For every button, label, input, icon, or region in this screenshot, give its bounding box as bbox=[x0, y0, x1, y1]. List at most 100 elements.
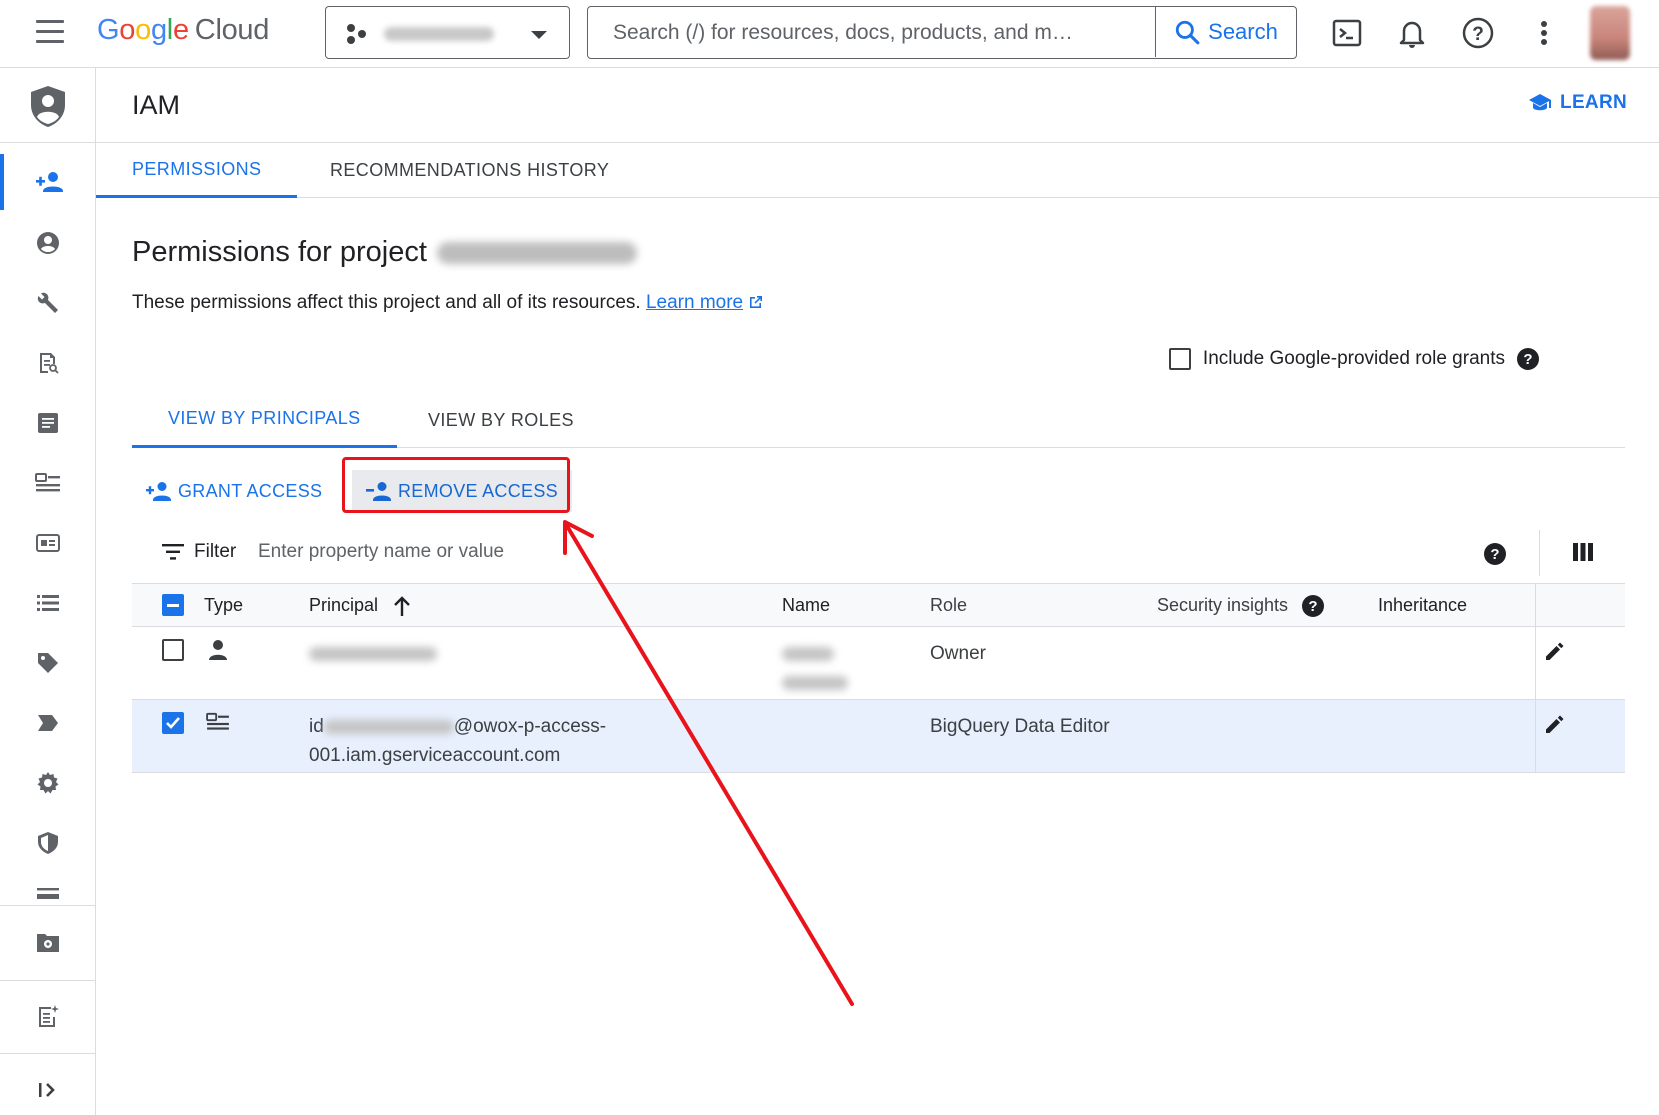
main-tabs: PERMISSIONS RECOMMENDATIONS HISTORY bbox=[96, 143, 1659, 198]
list-document-icon bbox=[38, 413, 58, 433]
tab-permissions[interactable]: PERMISSIONS bbox=[96, 143, 298, 198]
select-all-checkbox[interactable] bbox=[162, 594, 184, 616]
label-arrow-icon bbox=[38, 715, 58, 731]
notifications-bell-icon[interactable] bbox=[1395, 16, 1429, 50]
search-bar: Search bbox=[587, 6, 1297, 59]
main-menu-icon[interactable] bbox=[36, 20, 66, 46]
nav-iam[interactable] bbox=[0, 154, 96, 210]
column-display-icon[interactable] bbox=[1572, 542, 1594, 562]
project-picker[interactable] bbox=[325, 6, 570, 59]
learn-button[interactable]: LEARN bbox=[1528, 92, 1627, 114]
tab-view-by-roles[interactable]: VIEW BY ROLES bbox=[392, 392, 610, 448]
row-checkbox[interactable] bbox=[162, 639, 184, 661]
security-insights-help-icon[interactable]: ? bbox=[1302, 595, 1324, 617]
nav-manage-resources[interactable] bbox=[0, 914, 96, 970]
section-description: These permissions affect this project an… bbox=[132, 292, 764, 314]
column-header-type[interactable]: Type bbox=[204, 595, 243, 616]
filter-input[interactable] bbox=[250, 534, 950, 570]
service-account-icon bbox=[206, 712, 229, 730]
bulleted-list-icon bbox=[37, 595, 59, 611]
nav-org-policies[interactable] bbox=[0, 395, 96, 451]
edit-pencil-icon[interactable] bbox=[1543, 712, 1567, 736]
nav-workload-identity[interactable] bbox=[0, 515, 96, 571]
project-name-redacted bbox=[436, 242, 637, 265]
learn-more-link[interactable]: Learn more bbox=[646, 292, 743, 313]
include-google-grants-checkbox[interactable] bbox=[1168, 348, 1191, 370]
release-notes-icon bbox=[39, 1005, 59, 1027]
person-add-icon bbox=[36, 172, 63, 192]
divider bbox=[1535, 583, 1536, 627]
column-header-principal[interactable]: Principal bbox=[309, 595, 378, 616]
filter-label: Filter bbox=[194, 541, 237, 562]
table-header: Type Principal Name Role Security insigh… bbox=[132, 583, 1625, 627]
table-row: id @owox-p-access- 001.iam.gserviceaccoun… bbox=[132, 700, 1625, 773]
minus-icon bbox=[167, 604, 179, 607]
service-account-icon bbox=[35, 473, 60, 492]
nav-service-accounts[interactable] bbox=[0, 455, 96, 511]
section-title: Permissions for project bbox=[132, 236, 637, 269]
nav-settings-label[interactable] bbox=[0, 695, 96, 751]
cloud-shell-icon[interactable] bbox=[1330, 16, 1364, 50]
nav-policy-analyzer[interactable] bbox=[0, 335, 96, 391]
left-nav-rail bbox=[0, 68, 96, 1115]
search-input[interactable] bbox=[589, 8, 1154, 57]
project-nodes-icon bbox=[347, 24, 366, 44]
filter-bar: Filter ? bbox=[132, 530, 1625, 576]
principals-table: Type Principal Name Role Security insigh… bbox=[132, 583, 1625, 773]
nav-expand-collapse[interactable] bbox=[0, 1062, 96, 1115]
include-google-grants-row: Include Google-provided role grants ? bbox=[1168, 348, 1539, 370]
search-icon bbox=[1175, 20, 1200, 45]
row-checkbox-checked[interactable] bbox=[162, 712, 184, 734]
filter-icon bbox=[162, 544, 184, 560]
edit-pencil-icon[interactable] bbox=[1543, 639, 1567, 663]
principal-name-redacted bbox=[782, 639, 848, 697]
top-bar: GoogleCloud Search ? bbox=[0, 0, 1659, 68]
view-tabs: VIEW BY PRINCIPALS VIEW BY ROLES bbox=[132, 392, 1625, 448]
page-title: IAM bbox=[132, 90, 181, 120]
school-icon bbox=[1529, 94, 1552, 111]
tab-view-by-principals[interactable]: VIEW BY PRINCIPALS bbox=[132, 392, 397, 448]
sort-ascending-arrow-icon[interactable] bbox=[392, 595, 412, 617]
nav-settings[interactable] bbox=[0, 755, 96, 811]
shield-person-icon bbox=[31, 86, 65, 127]
principal-cell: id @owox-p-access- 001.iam.gserviceaccoun… bbox=[309, 716, 607, 766]
nav-privacy-security[interactable] bbox=[0, 815, 96, 871]
column-header-inheritance: Inheritance bbox=[1378, 595, 1468, 615]
expand-sidebar-icon bbox=[39, 1083, 55, 1097]
document-search-icon bbox=[40, 353, 59, 374]
principal-email-redacted bbox=[309, 639, 437, 668]
include-google-grants-label: Include Google-provided role grants bbox=[1202, 348, 1505, 369]
table-row: Owner bbox=[132, 627, 1625, 700]
svg-text:?: ? bbox=[1472, 24, 1484, 45]
person-icon bbox=[209, 640, 227, 660]
account-circle-icon bbox=[37, 232, 59, 254]
folder-settings-icon bbox=[37, 934, 59, 952]
wrench-icon bbox=[37, 292, 58, 313]
id-card-icon bbox=[36, 534, 60, 552]
partial-menu-icon bbox=[37, 888, 59, 899]
nav-identity[interactable] bbox=[0, 215, 96, 271]
nav-labels[interactable] bbox=[0, 575, 96, 631]
grant-access-button[interactable]: GRANT ACCESS bbox=[132, 470, 336, 512]
nav-more[interactable] bbox=[0, 880, 96, 904]
column-header-name[interactable]: Name bbox=[782, 595, 830, 616]
filter-help-icon[interactable]: ? bbox=[1484, 543, 1506, 565]
chevron-down-icon bbox=[531, 31, 547, 39]
tab-recommendations-history[interactable]: RECOMMENDATIONS HISTORY bbox=[294, 143, 645, 198]
nav-troubleshooter[interactable] bbox=[0, 275, 96, 331]
nav-release-notes[interactable] bbox=[0, 988, 96, 1044]
project-name-redacted bbox=[384, 27, 494, 41]
person-add-icon bbox=[146, 482, 171, 501]
search-button[interactable]: Search bbox=[1155, 7, 1296, 57]
avatar[interactable] bbox=[1590, 6, 1630, 60]
nav-tags[interactable] bbox=[0, 635, 96, 691]
gear-icon bbox=[37, 772, 59, 794]
google-cloud-logo[interactable]: Google Cloud bbox=[97, 14, 269, 47]
more-options-icon[interactable] bbox=[1527, 16, 1561, 50]
column-header-role[interactable]: Role bbox=[930, 595, 967, 616]
help-icon[interactable]: ? bbox=[1461, 16, 1495, 50]
iam-admin-shield-icon[interactable] bbox=[0, 78, 96, 134]
role-cell: Owner bbox=[930, 643, 986, 664]
remove-access-button[interactable]: REMOVE ACCESS bbox=[352, 470, 572, 512]
help-icon[interactable]: ? bbox=[1517, 348, 1539, 370]
